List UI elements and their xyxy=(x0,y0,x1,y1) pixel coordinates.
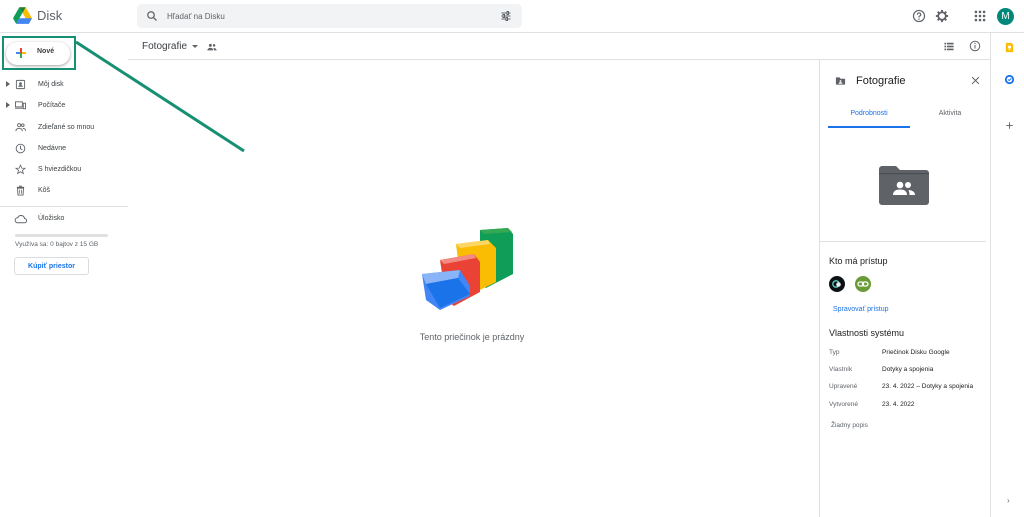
property-key: Typ xyxy=(829,349,840,356)
cloud-icon xyxy=(14,215,27,224)
details-panel: Fotografie Podrobnosti Aktivita Kto má p… xyxy=(819,60,990,517)
details-divider xyxy=(820,241,986,242)
expand-panel-chevron-icon[interactable]: › xyxy=(1007,496,1010,505)
app-name: Disk xyxy=(37,8,63,23)
active-tab-indicator xyxy=(828,126,910,128)
drive-logo[interactable]: Disk xyxy=(13,7,62,24)
computers-icon xyxy=(15,101,26,110)
star-icon xyxy=(15,164,26,175)
sidebar-item[interactable]: Kôš xyxy=(0,180,128,201)
side-panel-rail: › xyxy=(990,33,1024,517)
owner-logo-icon xyxy=(832,280,841,288)
search-bar[interactable] xyxy=(137,4,522,28)
storage-progress-bar xyxy=(15,234,108,237)
trash-icon xyxy=(16,186,25,197)
link-sharing-avatar[interactable] xyxy=(855,276,871,292)
new-button-highlight-box xyxy=(2,36,76,70)
details-tabs: Podrobnosti Aktivita xyxy=(828,106,983,128)
expand-caret-icon[interactable] xyxy=(6,81,10,87)
settings-gear-icon[interactable] xyxy=(935,9,949,23)
expand-caret-icon[interactable] xyxy=(6,102,10,109)
shared-folder-icon xyxy=(835,77,846,85)
property-key: Vytvorené xyxy=(829,401,859,408)
tasks-icon[interactable] xyxy=(1004,74,1015,85)
property-key: Upravené xyxy=(829,383,858,390)
tab-details[interactable]: Podrobnosti xyxy=(828,110,910,117)
search-icon[interactable] xyxy=(146,10,158,22)
empty-folder-message: Tento priečinok je prázdny xyxy=(419,332,525,342)
info-icon[interactable] xyxy=(969,40,981,52)
sidebar-item-storage[interactable]: Úložisko xyxy=(0,212,128,228)
property-value: 23. 4. 2022 xyxy=(882,401,915,408)
sidebar-item[interactable]: S hviezdičkou xyxy=(0,159,128,180)
folder-menu-caret-icon[interactable] xyxy=(192,45,198,48)
help-icon[interactable] xyxy=(912,9,926,23)
drive-logo-icon xyxy=(13,7,32,24)
manage-access-link[interactable]: Spravovať prístup xyxy=(833,306,889,313)
search-input[interactable] xyxy=(167,8,467,24)
my-drive-icon xyxy=(15,79,26,90)
top-header: Disk Hľadať na Disku M xyxy=(0,0,1024,33)
sidebar-item[interactable]: Môj disk xyxy=(0,74,128,95)
add-addon-icon[interactable] xyxy=(1004,120,1015,131)
storage-label: Úložisko xyxy=(38,215,65,222)
system-properties-heading: Vlastnosti systému xyxy=(829,328,905,338)
folder-title[interactable]: Fotografie xyxy=(142,41,187,52)
folder-toolbar: Fotografie xyxy=(128,33,990,60)
search-options-icon[interactable] xyxy=(500,10,512,22)
shared-icon xyxy=(15,122,26,131)
sidebar-divider xyxy=(0,206,128,207)
list-view-icon[interactable] xyxy=(944,42,954,51)
sidebar-item[interactable]: Zdieľané so mnou xyxy=(0,117,128,138)
details-title: Fotografie xyxy=(856,75,906,87)
sidebar-item-label: Zdieľané so mnou xyxy=(38,123,95,131)
sidebar-nav: Môj disk Počítače Zdieľané so mnou Nedávne S… xyxy=(0,74,128,202)
sidebar-item-label: Môj disk xyxy=(38,81,64,88)
sidebar-item-label: S hviezdičkou xyxy=(38,166,82,174)
empty-folder-illustration xyxy=(422,228,513,310)
storage-usage-text: Využíva sa: 0 bajtov z 15 GB xyxy=(15,241,99,248)
property-value: Dotyky a spojenia xyxy=(882,366,934,373)
buy-storage-button[interactable]: Kúpiť priestor xyxy=(14,257,89,275)
sidebar-item-label: Počítače xyxy=(38,102,66,110)
keep-icon[interactable] xyxy=(1004,42,1015,53)
description-field[interactable]: Žiadny popis xyxy=(831,422,868,429)
who-has-access-heading: Kto má prístup xyxy=(829,256,888,266)
tab-activity[interactable]: Aktivita xyxy=(910,110,990,117)
property-key: Vlastník xyxy=(829,366,853,373)
clock-icon xyxy=(15,143,26,154)
sidebar-item[interactable]: Nedávne xyxy=(0,138,128,159)
owner-avatar[interactable] xyxy=(829,276,845,292)
link-icon xyxy=(857,281,869,287)
sidebar-item-label: Kôš xyxy=(38,187,51,195)
sidebar-item-label: Nedávne xyxy=(38,144,67,152)
large-shared-folder-icon xyxy=(879,166,929,205)
account-avatar[interactable]: M xyxy=(997,8,1014,25)
property-value: Priečinok Disku Google xyxy=(882,349,950,356)
shared-folder-people-icon xyxy=(207,43,217,51)
sidebar-item[interactable]: Počítače xyxy=(0,95,128,116)
close-icon[interactable] xyxy=(971,76,980,85)
property-value: 23. 4. 2022 – Dotyky a spojenia xyxy=(882,383,974,390)
apps-grid-icon[interactable] xyxy=(973,9,987,23)
